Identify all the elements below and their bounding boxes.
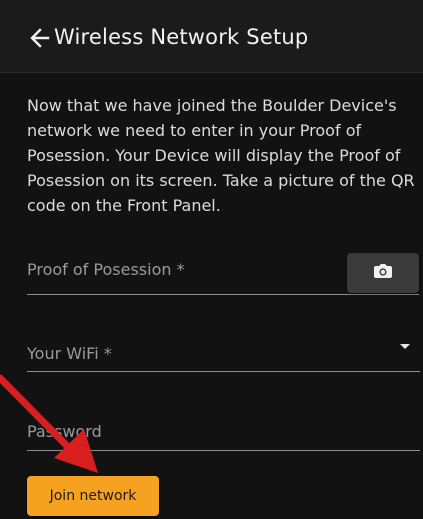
camera-icon — [372, 262, 394, 284]
setup-form: Now that we have joined the Boulder Devi… — [0, 73, 423, 519]
wifi-select[interactable] — [27, 371, 420, 372]
password-field[interactable] — [27, 450, 420, 451]
wireless-network-setup-screen: Wireless Network Setup Now that we have … — [0, 0, 423, 519]
header-bar: Wireless Network Setup — [0, 0, 423, 73]
password-label[interactable]: Password — [27, 422, 102, 441]
proof-of-possession-field[interactable] — [27, 294, 419, 295]
join-network-button[interactable]: Join network — [27, 476, 159, 516]
proof-of-possession-label[interactable]: Proof of Posession * — [27, 260, 185, 279]
chevron-down-icon[interactable] — [400, 344, 410, 349]
wifi-label[interactable]: Your WiFi * — [27, 344, 112, 363]
arrow-left-icon[interactable] — [28, 27, 50, 49]
camera-button[interactable] — [347, 253, 419, 293]
instruction-text: Now that we have joined the Boulder Devi… — [27, 96, 415, 215]
page-title: Wireless Network Setup — [54, 25, 309, 49]
